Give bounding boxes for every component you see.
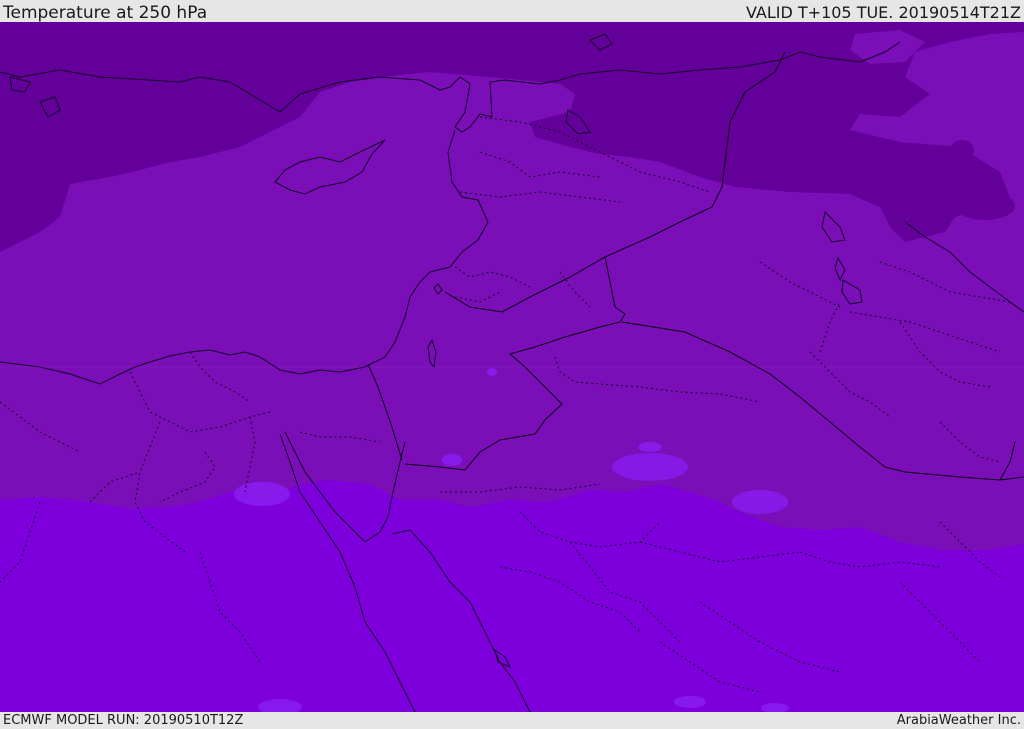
- map-canvas: [0, 22, 1024, 712]
- temperature-patch-warm: [732, 490, 788, 514]
- map-area: [0, 22, 1024, 712]
- weather-map-frame: Temperature at 250 hPa VALID T+105 TUE. …: [0, 0, 1024, 729]
- map-title: Temperature at 250 hPa: [3, 3, 208, 23]
- temperature-patch-warm: [612, 453, 688, 481]
- temperature-patch-warm: [487, 368, 497, 376]
- temperature-patch-warm: [674, 696, 706, 708]
- valid-time: VALID T+105 TUE. 20190514T21Z: [745, 3, 1021, 22]
- temperature-patch-cold: [955, 192, 1015, 220]
- temperature-patch-warm: [638, 442, 662, 452]
- temperature-patch-cold: [950, 140, 974, 160]
- credit-label: ArabiaWeather Inc.: [896, 713, 1021, 728]
- model-run-label: ECMWF MODEL RUN: 20190510T12Z: [3, 713, 244, 728]
- temperature-patch-warm: [442, 454, 462, 466]
- temperature-patch-warm: [234, 482, 290, 506]
- footer-bar: ECMWF MODEL RUN: 20190510T12Z ArabiaWeat…: [0, 712, 1024, 729]
- header-bar: Temperature at 250 hPa VALID T+105 TUE. …: [0, 0, 1024, 23]
